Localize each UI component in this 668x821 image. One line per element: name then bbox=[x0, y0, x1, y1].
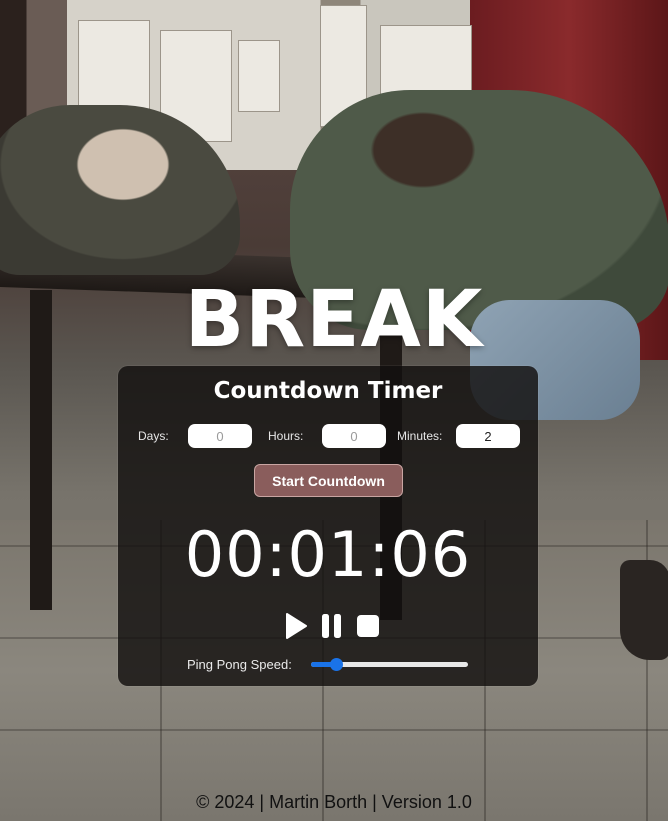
pause-icon[interactable] bbox=[319, 612, 345, 640]
hours-label: Hours: bbox=[268, 429, 304, 443]
days-label: Days: bbox=[138, 429, 169, 443]
play-icon[interactable] bbox=[283, 612, 309, 640]
hours-input[interactable] bbox=[322, 424, 386, 448]
minutes-input[interactable] bbox=[456, 424, 520, 448]
days-input[interactable] bbox=[188, 424, 252, 448]
page-title: BREAK bbox=[184, 275, 484, 365]
minutes-label: Minutes: bbox=[397, 429, 443, 443]
countdown-display: 00:01:06 bbox=[184, 518, 472, 591]
duration-fields: Days: Hours: Minutes: bbox=[118, 424, 538, 448]
ping-pong-speed-slider[interactable] bbox=[311, 658, 468, 672]
playback-controls bbox=[118, 612, 538, 640]
start-countdown-button[interactable]: Start Countdown bbox=[254, 464, 403, 497]
slider-thumb[interactable] bbox=[330, 658, 343, 671]
ping-pong-speed-label: Ping Pong Speed: bbox=[187, 657, 292, 672]
stop-icon[interactable] bbox=[355, 612, 381, 640]
timer-heading: Countdown Timer bbox=[213, 378, 443, 404]
footer-credits: © 2024 | Martin Borth | Version 1.0 bbox=[196, 792, 472, 812]
countdown-panel: Countdown Timer Days: Hours: Minutes: St… bbox=[118, 366, 538, 686]
